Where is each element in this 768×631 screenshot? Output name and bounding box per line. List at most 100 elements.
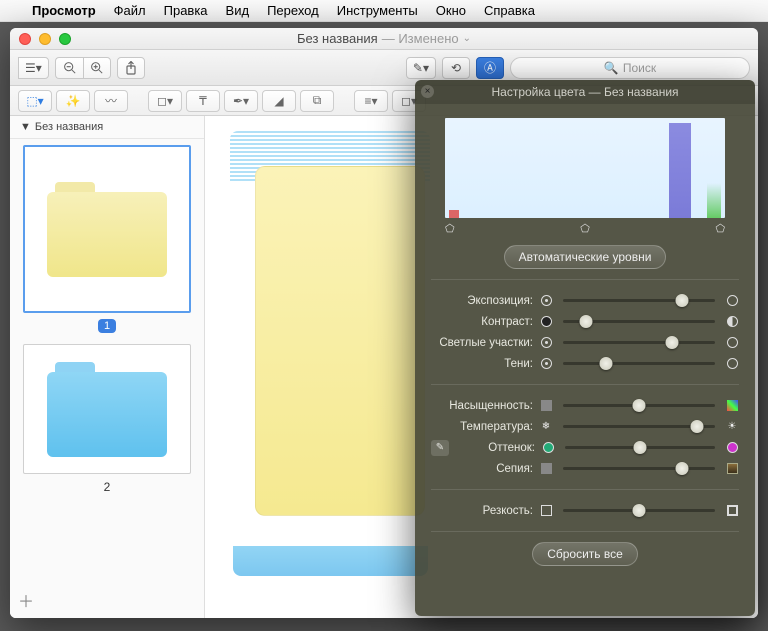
selection-tool-button[interactable]: ⬚▾ (18, 90, 52, 112)
thumbnail-list: 1 2 (10, 139, 204, 618)
adjust-color-button[interactable]: ◢ (262, 90, 296, 112)
exposure-slider-row: Экспозиция: (431, 290, 739, 311)
titlebar[interactable]: Без названия — Изменено ⌄ (10, 28, 758, 50)
sign-button[interactable]: ✒▾ (224, 90, 258, 112)
adjust-size-button[interactable]: ⧉ (300, 90, 334, 112)
search-field[interactable]: 🔍 Поиск (510, 57, 750, 79)
rotate-button[interactable]: ⟲ (442, 57, 470, 79)
panel-close-button[interactable]: × (421, 85, 434, 98)
sidebar-header-label: Без названия (35, 121, 103, 133)
tint-slider-row: ✎ Оттенок: (431, 437, 739, 458)
highlights-low-icon (539, 336, 553, 350)
contrast-slider[interactable] (563, 320, 715, 323)
zoom-button[interactable] (59, 33, 71, 45)
contrast-high-icon (725, 315, 739, 329)
title-modified: — Изменено (382, 31, 459, 46)
app-name[interactable]: Просмотр (32, 3, 96, 18)
add-page-button[interactable]: ＋ (18, 588, 34, 612)
system-menubar: Просмотр Файл Правка Вид Переход Инструм… (0, 0, 768, 22)
text-button[interactable]: ₸ (186, 90, 220, 112)
exposure-slider[interactable] (563, 299, 715, 302)
sepia-label: Сепия: (431, 463, 533, 475)
sharpness-slider-row: Резкость: (431, 500, 739, 521)
shadows-slider[interactable] (563, 362, 715, 365)
exposure-low-icon (539, 294, 553, 308)
zoom-out-button[interactable] (55, 57, 83, 79)
thumbnail-1[interactable]: 1 (16, 145, 198, 334)
highlights-slider[interactable] (563, 341, 715, 344)
close-button[interactable] (19, 33, 31, 45)
temperature-cold-icon: ❄ (539, 420, 553, 434)
thumbnail-label: 2 (16, 480, 198, 494)
canvas-blue-bottom (233, 546, 428, 576)
menu-window[interactable]: Окно (436, 3, 466, 18)
auto-levels-button[interactable]: Автоматические уровни (504, 245, 667, 269)
folder-blue-icon (47, 362, 167, 457)
temperature-slider-row: Температура: ❄ ☀ (431, 416, 739, 437)
markup-toggle-button[interactable]: Ⓐ (476, 57, 504, 79)
thumbnail-2[interactable]: 2 (16, 344, 198, 494)
sketch-button[interactable]: 〰 (94, 90, 128, 112)
highlights-label: Светлые участки: (431, 337, 533, 349)
tint-green-icon (541, 441, 555, 455)
eyedropper-button[interactable]: ✎ (431, 440, 449, 456)
highlights-slider-row: Светлые участки: (431, 332, 739, 353)
temperature-slider[interactable] (563, 425, 715, 428)
saturation-slider-row: Насыщенность: (431, 395, 739, 416)
tint-label: Оттенок: (453, 442, 535, 454)
histogram (445, 118, 725, 218)
menu-view[interactable]: Вид (226, 3, 250, 18)
shadows-high-icon (725, 357, 739, 371)
folder-yellow-icon (47, 182, 167, 277)
menu-help[interactable]: Справка (484, 3, 535, 18)
menu-file[interactable]: Файл (114, 3, 146, 18)
panel-titlebar[interactable]: × Настройка цвета — Без названия (415, 80, 755, 104)
menu-tools[interactable]: Инструменты (337, 3, 418, 18)
window-title[interactable]: Без названия — Изменено ⌄ (297, 31, 471, 46)
sidebar-mode-segment: ☰▾ (18, 57, 49, 79)
reset-all-button[interactable]: Сбросить все (532, 542, 638, 566)
contrast-low-icon (539, 315, 553, 329)
minimize-button[interactable] (39, 33, 51, 45)
sharpness-label: Резкость: (431, 505, 533, 517)
sharpness-low-icon (539, 504, 553, 518)
mid-point-handle[interactable]: ⬠ (580, 222, 590, 235)
zoom-segment (55, 57, 111, 79)
traffic-lights (19, 33, 71, 45)
zoom-in-button[interactable] (83, 57, 111, 79)
contrast-slider-row: Контраст: (431, 311, 739, 332)
share-button[interactable] (117, 57, 145, 79)
shadows-low-icon (539, 357, 553, 371)
saturation-high-icon (725, 399, 739, 413)
black-point-handle[interactable]: ⬠ (445, 222, 455, 235)
disclosure-triangle-icon[interactable]: ▼ (20, 121, 31, 133)
adjust-color-panel[interactable]: × Настройка цвета — Без названия ⬠ ⬠ ⬠ А… (415, 80, 755, 616)
sepia-slider[interactable] (563, 467, 715, 470)
menu-edit[interactable]: Правка (164, 3, 208, 18)
menu-go[interactable]: Переход (267, 3, 319, 18)
chevron-down-icon: ⌄ (463, 33, 471, 44)
temperature-warm-icon: ☀ (725, 420, 739, 434)
search-placeholder: Поиск (623, 61, 656, 75)
sidebar-header[interactable]: ▼ Без названия (10, 116, 204, 139)
thumbnail-frame (23, 344, 191, 474)
saturation-slider[interactable] (563, 404, 715, 407)
thumbnail-frame (23, 145, 191, 313)
histogram-handles[interactable]: ⬠ ⬠ ⬠ (445, 222, 725, 235)
tint-slider[interactable] (565, 446, 715, 449)
saturation-low-icon (539, 399, 553, 413)
sepia-high-icon (725, 462, 739, 476)
view-sidebar-button[interactable]: ☰▾ (18, 57, 49, 79)
sharpness-slider[interactable] (563, 509, 715, 512)
highlight-button[interactable]: ✎▾ (406, 57, 436, 79)
sepia-slider-row: Сепия: (431, 458, 739, 479)
shadows-slider-row: Тени: (431, 353, 739, 374)
line-style-button[interactable]: ≡▾ (354, 90, 388, 112)
shapes-button[interactable]: ◻▾ (148, 90, 182, 112)
shadows-label: Тени: (431, 358, 533, 370)
sharpness-high-icon (725, 504, 739, 518)
tint-magenta-icon (725, 441, 739, 455)
temperature-label: Температура: (431, 421, 533, 433)
white-point-handle[interactable]: ⬠ (715, 222, 725, 235)
instant-alpha-button[interactable]: ✨ (56, 90, 90, 112)
